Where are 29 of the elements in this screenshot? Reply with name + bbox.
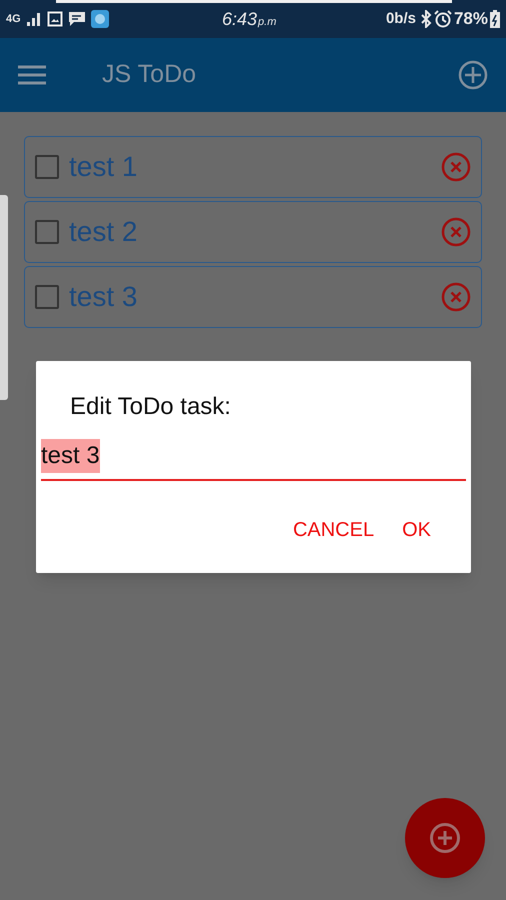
- dialog-button[interactable]: OK: [398, 511, 435, 549]
- app-icon: [90, 10, 109, 28]
- app-title: JS ToDo: [102, 59, 196, 90]
- delete-icon[interactable]: [441, 282, 471, 312]
- dialog-button[interactable]: CANCEL: [288, 511, 378, 549]
- task-label: test 3: [69, 280, 138, 314]
- task-label: test 1: [69, 150, 138, 184]
- checkbox[interactable]: [35, 285, 59, 309]
- delete-icon[interactable]: [441, 217, 471, 247]
- battery-icon: [490, 10, 500, 28]
- alarm-icon: [434, 10, 452, 28]
- signal-icon: [26, 11, 42, 27]
- task-label: test 2: [69, 215, 138, 249]
- clock-suffix: p.m: [258, 15, 276, 30]
- checkbox[interactable]: [35, 220, 59, 244]
- input-field[interactable]: test 3: [41, 439, 466, 481]
- network-type: 4G: [6, 14, 21, 24]
- dialog-title: Edit ToDo task:: [69, 392, 232, 419]
- message-icon: [68, 11, 86, 27]
- network-speed: 0b/s: [386, 8, 416, 29]
- checkbox[interactable]: [35, 155, 59, 179]
- add-icon: [429, 822, 461, 854]
- menu-icon[interactable]: [18, 65, 46, 85]
- image-icon: [46, 11, 63, 27]
- battery-percent: 78%: [454, 8, 488, 30]
- clock-time: 6:43: [222, 8, 258, 31]
- bluetooth-icon: [420, 10, 432, 28]
- delete-icon[interactable]: [441, 152, 471, 182]
- add-icon[interactable]: [458, 60, 488, 90]
